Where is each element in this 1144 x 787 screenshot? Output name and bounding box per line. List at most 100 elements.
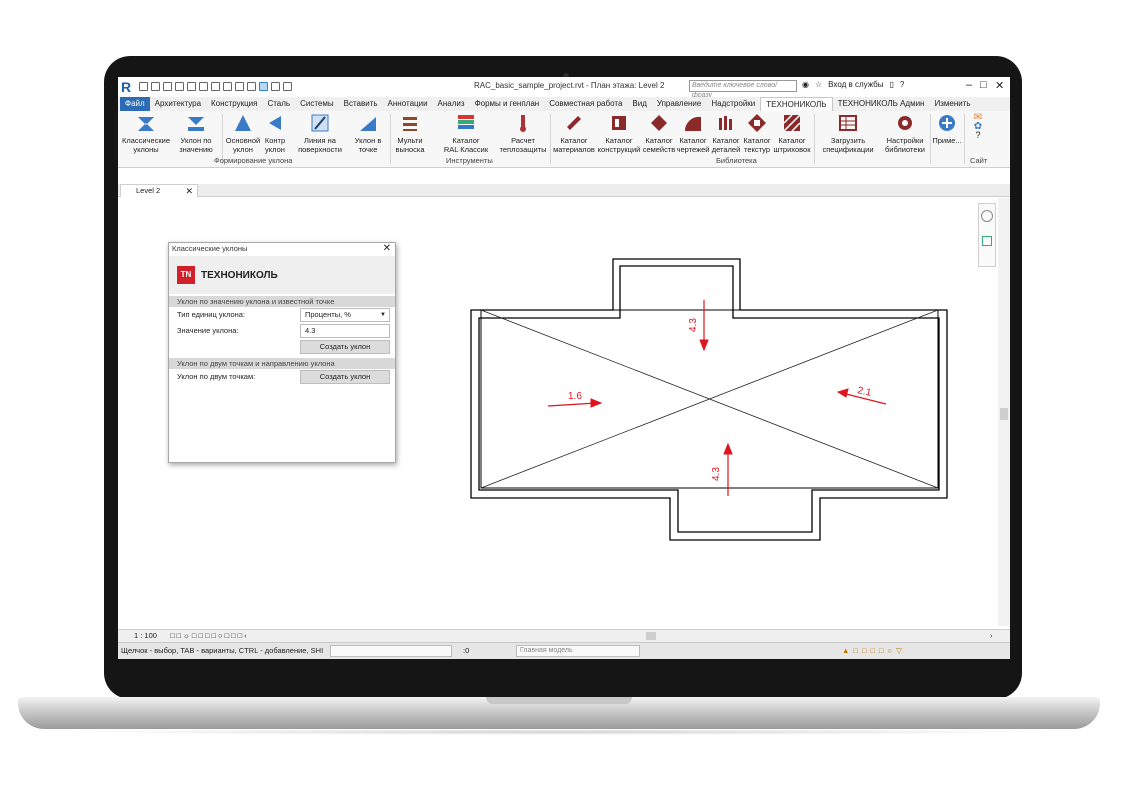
text-icon[interactable] [235,82,244,91]
slope-arrowhead [590,398,603,408]
thin-lines-icon[interactable] [259,82,268,91]
switch-windows-icon[interactable] [283,82,292,91]
tab-insert[interactable]: Вставить [339,97,383,111]
two-points-row: Уклон по двум точкам: Создать уклон [169,369,395,385]
drawings-catalog-button[interactable]: Каталог чертежей [676,113,710,154]
laptop-base [18,697,1100,729]
textures-catalog-button[interactable]: Каталог текстур [742,113,772,154]
create-slope-button[interactable]: Создать уклон [300,340,390,354]
tab-collaborate[interactable]: Совместная работа [544,97,627,111]
tab-annotate[interactable]: Аннотации [383,97,433,111]
separator [390,114,391,164]
redo-icon[interactable] [187,82,196,91]
scroll-right-icon[interactable]: › [990,630,993,642]
tab-technonicol-admin[interactable]: ТЕХНОНИКОЛЬ Админ [833,97,930,111]
create-slope-button-2[interactable]: Создать уклон [300,370,390,384]
gear-icon [898,116,912,130]
point-slope-button[interactable]: Уклон в точке [348,113,388,154]
view-tab-level2[interactable]: Level 2 ✕ [120,184,198,197]
tab-file[interactable]: Файл [120,97,150,111]
print-icon[interactable] [199,82,208,91]
classic-slopes-button[interactable]: Классические уклоны [121,113,171,154]
surface-line-button[interactable]: Линия на поверхности [296,113,344,154]
minimize-icon[interactable]: – [966,79,972,91]
save-icon[interactable] [151,82,160,91]
vertical-scrollbar[interactable] [998,198,1010,626]
tab-systems[interactable]: Системы [295,97,339,111]
unit-type-select[interactable]: Проценты, % ▼ [300,308,390,322]
tab-view[interactable]: Вид [627,97,651,111]
thermal-calc-button[interactable]: Расчет теплозащиты [498,113,548,154]
constructions-catalog-button[interactable]: Каталог конструкций [596,113,642,154]
sync-icon[interactable] [163,82,172,91]
screen: R RAC_basic_sample_project.rvt - План эт… [118,77,1010,659]
ral-catalog-button[interactable]: Каталог RAL Классик [440,113,492,154]
slope-label: 1.6 [568,391,582,402]
star-icon[interactable]: ☆ [815,80,822,89]
slope-arrowhead [699,339,709,352]
slope-value-row: Значение уклона: 4.3 [169,323,395,339]
dialog-close-icon[interactable]: ✕ [383,243,391,255]
library-settings-button[interactable]: Настройки библиотеки [882,113,928,154]
help-circle-icon[interactable]: ? [968,131,988,140]
close-icon[interactable]: ✕ [995,79,1004,92]
binoculars-icon[interactable]: ◉ [802,80,809,89]
close-tab-icon[interactable]: ✕ [185,185,193,197]
view-scale[interactable]: 1 : 100 [134,630,157,642]
scroll-thumb[interactable] [1000,408,1008,420]
undo-icon[interactable] [175,82,184,91]
slope-value-input[interactable]: 4.3 [300,324,390,338]
drawing-canvas[interactable]: 4.3 2.1 1.6 4.3 Классические уклоны ✕ TN… [118,198,998,626]
hatches-catalog-button[interactable]: Каталог штриховок [772,113,812,154]
counter-slope-button[interactable]: Контр уклон [260,113,290,154]
surface-line-icon [311,114,329,132]
slope-by-value-button[interactable]: Уклон по значению [173,113,219,154]
families-catalog-button[interactable]: Каталог семейств [642,113,676,154]
materials-catalog-button[interactable]: Каталог материалов [552,113,596,154]
group-library: Библиотека [716,156,757,165]
workset-select[interactable] [330,645,452,657]
h-scroll-thumb[interactable] [646,632,656,640]
section-by-value: Уклон по значению уклона и известной точ… [169,296,395,307]
window-title: RAC_basic_sample_project.rvt - План этаж… [474,81,665,90]
multi-leader-button[interactable]: Мульти выноска [392,113,428,154]
open-icon[interactable] [139,82,148,91]
cart-icon[interactable]: ▯ [889,80,893,89]
group-slope-formation: Формирование уклона [214,156,293,165]
steering-wheel-icon[interactable] [981,210,993,222]
brand-name: ТЕХНОНИКОЛЬ [201,269,278,281]
unit-type-label: Тип единиц уклона: [177,310,246,319]
tab-manage[interactable]: Управление [652,97,706,111]
load-specifications-button[interactable]: Загрузить спецификации [818,113,878,154]
tab-technonicol[interactable]: ТЕХНОНИКОЛЬ [760,96,833,112]
status-bar: Щелчок - выбор, TAB - варианты, CTRL - д… [118,642,1010,659]
materials-icon [567,116,581,130]
maximize-icon[interactable]: □ [980,79,987,91]
close-views-icon[interactable] [271,82,280,91]
tab-structure[interactable]: Конструкция [206,97,262,111]
examples-button[interactable]: Приме... [932,113,962,145]
details-catalog-button[interactable]: Каталог деталей [710,113,742,154]
design-option-select[interactable]: Главная модель [516,645,640,657]
revit-logo-icon[interactable]: R [121,79,135,95]
ral-palette-icon [458,115,474,129]
view-controls-icons[interactable]: □□☼□□□□○□□□‹ [170,630,249,642]
slope-arrow [547,402,597,407]
tab-modify[interactable]: Изменить [929,97,975,111]
signin-button[interactable]: Вход в службы [828,80,883,89]
main-slope-button[interactable]: Основной уклон [224,113,262,154]
tab-analyze[interactable]: Анализ [433,97,470,111]
hatch-icon [783,114,801,132]
help-button[interactable]: ? [900,80,904,89]
tab-addins[interactable]: Надстройки [706,97,760,111]
tab-massing[interactable]: Формы и генплан [470,97,545,111]
zoom-icon[interactable] [982,236,992,246]
selection-filter-icons[interactable]: ▲□□□□○▽ [842,643,906,659]
tab-steel[interactable]: Сталь [262,97,295,111]
dimension-icon[interactable] [223,82,232,91]
tab-architecture[interactable]: Архитектура [150,97,206,111]
3d-view-icon[interactable] [247,82,256,91]
site-tools: ✉ ✿ ? [968,113,988,140]
search-input[interactable]: Введите ключевое слово/фразу [689,80,797,99]
measure-icon[interactable] [211,82,220,91]
